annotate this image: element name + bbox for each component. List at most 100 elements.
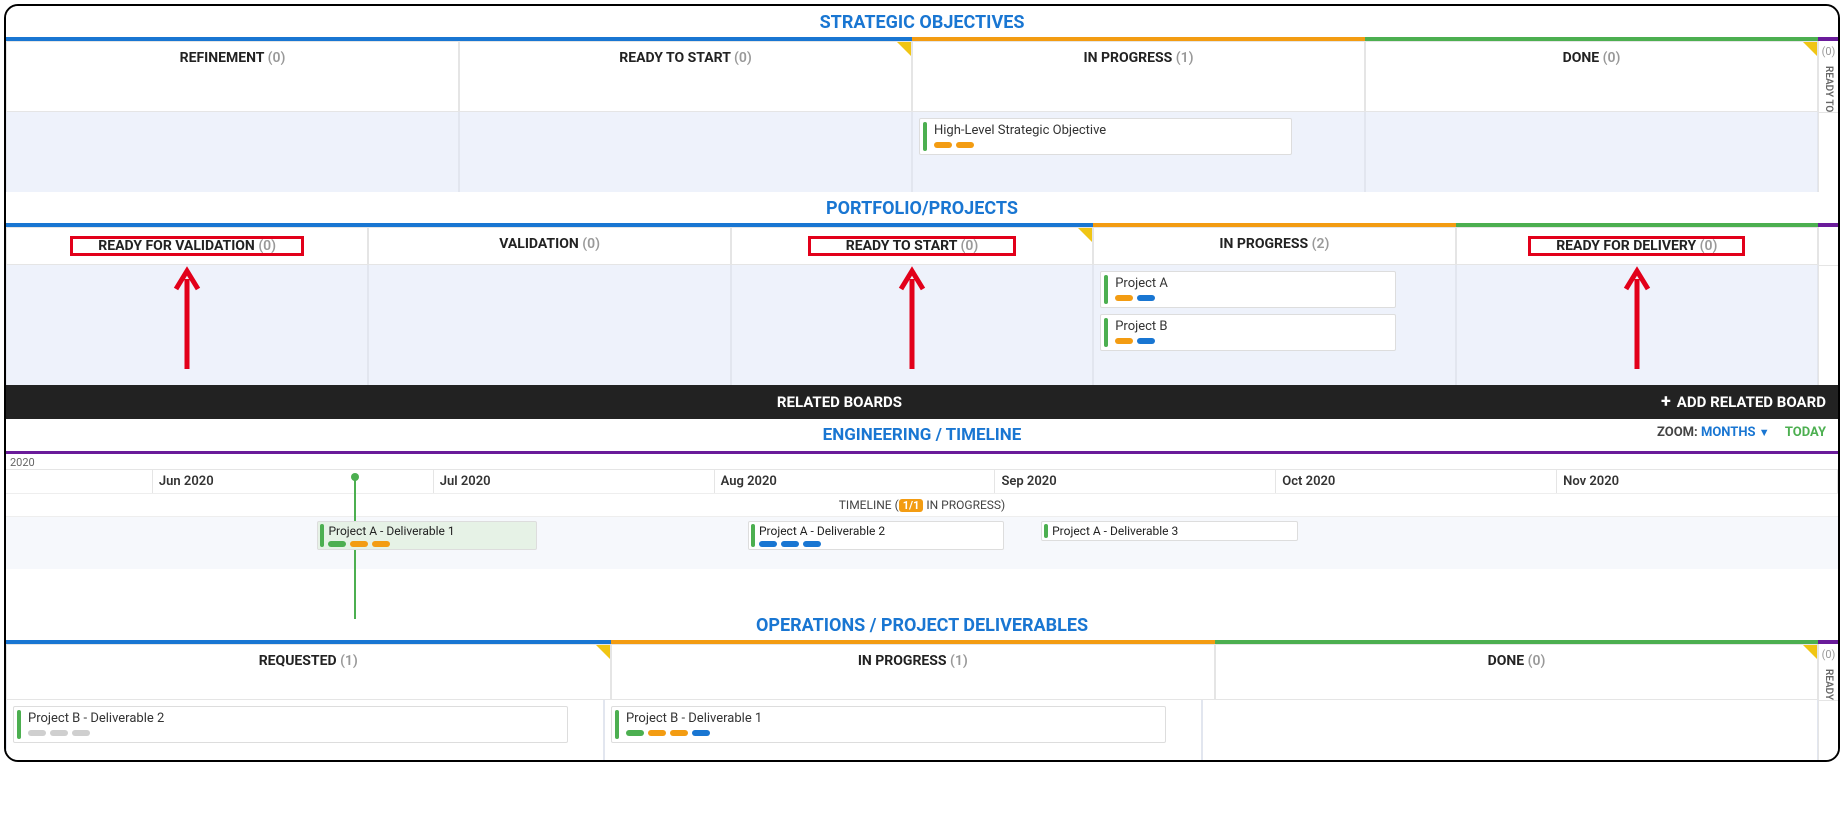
col-count: (1) [950,653,968,669]
collapsed-count: (0) [1822,41,1836,62]
col-count: (0) [734,50,752,66]
col-count: (1) [340,653,358,669]
timeline-item-1[interactable]: Project A - Deliverable 1 [317,521,537,550]
col-label: DONE [1563,50,1600,66]
col-label: READY FOR VALIDATION [98,238,255,254]
col-count: (0) [961,238,979,254]
timeline-header: ENGINEERING / TIMELINE ZOOM: MONTHS ▼ TO… [6,419,1838,451]
col-label: READY TO START [619,50,730,66]
card-title: Project B - Deliverable 1 [626,711,1159,726]
zoom-value: MONTHS [1701,425,1756,440]
card-chips [626,730,1159,736]
portfolio-columns: READY FOR VALIDATION (0) VALIDATION (0) … [6,227,1838,265]
card-chips [28,730,561,736]
col-count: (0) [1603,50,1621,66]
timeline-item-title: Project A - Deliverable 2 [759,524,885,538]
card-stripe-icon [17,710,21,739]
timeline-item-title: Project A - Deliverable 3 [1052,524,1178,538]
col-ready-to-start[interactable]: READY TO START (0) [459,41,912,112]
timeline-item-title: Project A - Deliverable 1 [328,524,454,538]
col-done[interactable]: DONE (0) [1365,41,1818,112]
portfolio-card-a[interactable]: Project A [1100,271,1396,308]
col-label: REQUESTED [259,653,337,669]
card-chips [1115,295,1389,301]
col-count: (2) [1312,236,1330,252]
timeline-item-3[interactable]: Project A - Deliverable 3 [1041,521,1297,541]
collapsed-label: READY [1823,665,1834,700]
col-label: READY FOR DELIVERY [1556,238,1696,254]
portfolio-lane: Project A Project B [6,265,1818,385]
timeline-status-suffix: IN PROGRESS) [923,498,1005,512]
col-in-progress[interactable]: IN PROGRESS (1) [912,41,1365,112]
operations-title: OPERATIONS / PROJECT DELIVERABLES [6,609,1838,640]
card-chips [934,142,1285,148]
col-label: DONE [1488,653,1525,669]
timeline-title: ENGINEERING / TIMELINE [823,425,1022,445]
operations-collapsed-body[interactable] [1818,700,1838,760]
strategic-columns: REFINEMENT (0) READY TO START (0) IN PRO… [6,41,1838,112]
operations-lane: Project B - Deliverable 2 Project B - De… [6,700,1818,760]
card-title: Project B - Deliverable 2 [28,711,561,726]
zoom-label: ZOOM: [1657,425,1698,440]
col-ready-for-validation[interactable]: READY FOR VALIDATION (0) [6,227,368,265]
card-stripe-icon [320,524,324,547]
operations-card-1[interactable]: Project B - Deliverable 2 [13,706,568,743]
timeline-row[interactable]: Project A - Deliverable 1 Project A - De… [6,517,1838,569]
timeline-month[interactable]: Jun 2020 [153,470,434,493]
timeline-month[interactable] [6,470,153,493]
zoom-select[interactable]: MONTHS ▼ [1701,425,1773,440]
col-refinement[interactable]: REFINEMENT (0) [6,41,459,112]
operations-collapsed[interactable]: (0)READY [1818,644,1838,700]
col-requested[interactable]: REQUESTED (1) [6,644,611,700]
portfolio-collapsed[interactable] [1818,227,1838,265]
timeline-month[interactable]: Oct 2020 [1276,470,1557,493]
col-ready-to-start-2[interactable]: READY TO START (0) [731,227,1093,265]
col-ready-for-delivery[interactable]: READY FOR DELIVERY (0) [1456,227,1818,265]
col-validation[interactable]: VALIDATION (0) [368,227,730,265]
timeline-month[interactable]: Aug 2020 [715,470,996,493]
timeline-status: TIMELINE (1/1 IN PROGRESS) [6,493,1838,517]
add-related-board-button[interactable]: + ADD RELATED BOARD [1661,393,1826,411]
col-done-2[interactable]: DONE (0) [1215,644,1818,700]
chevron-down-icon: ▼ [1759,426,1770,439]
card-title: High-Level Strategic Objective [934,123,1285,138]
timeline-status-badge: 1/1 [899,499,924,512]
card-stripe-icon [1104,318,1108,347]
card-title: Project A [1115,276,1389,291]
col-count: (0) [1700,238,1718,254]
strategic-collapsed[interactable]: (0)READY TO [1818,41,1838,112]
timeline-month[interactable]: Sep 2020 [995,470,1276,493]
timeline-item-2[interactable]: Project A - Deliverable 2 [748,521,1004,550]
card-chips [328,541,530,547]
related-boards-bar: RELATED BOARDS + ADD RELATED BOARD [6,385,1838,419]
col-count: (1) [1176,50,1194,66]
timeline-status-prefix: TIMELINE ( [839,498,899,512]
strategic-collapsed-body[interactable] [1818,112,1838,192]
col-count: (0) [1528,653,1546,669]
operations-card-2[interactable]: Project B - Deliverable 1 [611,706,1166,743]
col-in-progress-3[interactable]: IN PROGRESS (1) [611,644,1216,700]
col-label: REFINEMENT [180,50,265,66]
card-chips [1115,338,1389,344]
col-in-progress-2[interactable]: IN PROGRESS (2) [1093,227,1455,265]
timeline-month[interactable]: Jul 2020 [434,470,715,493]
plus-icon: + [1661,393,1671,411]
timeline-now-line [354,569,356,609]
strategic-card[interactable]: High-Level Strategic Objective [919,118,1292,155]
col-label: READY TO START [846,238,957,254]
card-stripe-icon [923,122,927,151]
today-button[interactable]: TODAY [1785,425,1826,440]
portfolio-card-b[interactable]: Project B [1100,314,1396,351]
timeline-month[interactable]: Nov 2020 [1557,470,1838,493]
timeline-now-dot-icon [351,473,359,481]
col-count: (0) [582,236,600,252]
card-stripe-icon [1044,524,1048,538]
card-stripe-icon [615,710,619,739]
timeline-year: 2020 [6,454,1838,470]
strategic-title: STRATEGIC OBJECTIVES [6,6,1838,37]
related-boards-label: RELATED BOARDS [18,393,1661,411]
portfolio-collapsed-body[interactable] [1818,265,1838,385]
arrow-up-icon [1623,265,1651,369]
portfolio-title: PORTFOLIO/PROJECTS [6,192,1838,223]
col-count: (0) [268,50,286,66]
